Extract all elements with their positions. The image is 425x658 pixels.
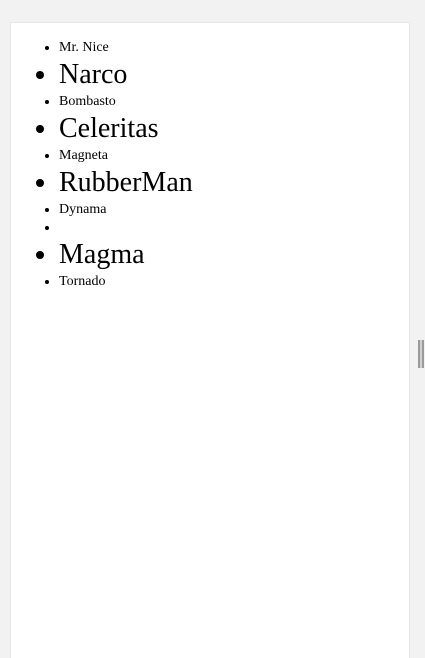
- hero-list-item: Bombasto: [59, 93, 193, 111]
- preview-frame: Mr. Nice Narco Bombasto Celeritas Magnet…: [10, 22, 410, 658]
- hero-list-item: Magma: [59, 237, 193, 273]
- hero-list: Mr. Nice Narco Bombasto Celeritas Magnet…: [11, 39, 193, 291]
- hero-list-item-empty: [59, 219, 193, 237]
- hero-list-item: RubberMan: [59, 165, 193, 201]
- hero-list-item: Celeritas: [59, 111, 193, 147]
- hero-list-item: Tornado: [59, 273, 193, 291]
- hero-list-item: Mr. Nice: [59, 39, 193, 57]
- hero-list-item: Dynama: [59, 201, 193, 219]
- hero-list-item: Magneta: [59, 147, 193, 165]
- pane-resize-handle[interactable]: [418, 340, 424, 368]
- hero-list-item: Narco: [59, 57, 193, 93]
